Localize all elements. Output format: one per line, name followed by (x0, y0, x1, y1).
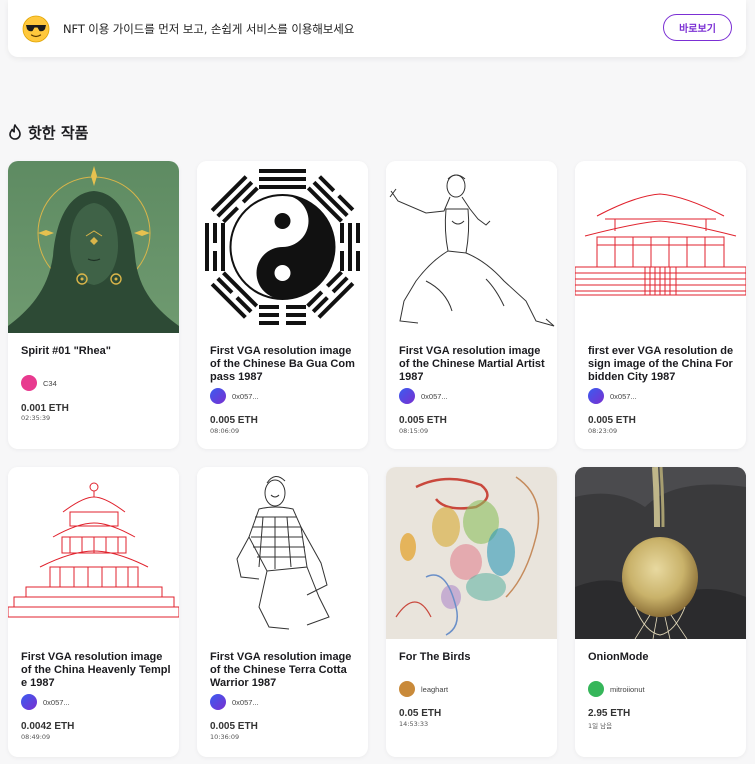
guide-message: NFT 이용 가이드를 먼저 보고, 손쉽게 서비스를 이용해보세요 (63, 21, 355, 36)
owner-name: 0x057... (43, 697, 70, 707)
avatar (21, 375, 37, 391)
nft-owner[interactable]: 0x057... (399, 388, 448, 404)
section-title-text: 핫한 작품 (28, 123, 89, 142)
nft-title[interactable]: First VGA resolution image of the Chines… (210, 651, 360, 690)
nft-price: 0.005 ETH (399, 415, 447, 426)
avatar (210, 694, 226, 710)
nft-title[interactable]: For The Birds (399, 651, 549, 664)
owner-name: 0x057... (232, 697, 259, 707)
flame-icon (9, 124, 21, 140)
owner-name: 0x057... (232, 391, 259, 401)
owner-name: mitroiionut (610, 684, 645, 694)
nft-price: 0.05 ETH (399, 708, 442, 719)
owner-name: 0x057... (610, 391, 637, 401)
nft-owner[interactable]: 0x057... (210, 388, 259, 404)
nft-time: 08:15:09 (399, 427, 429, 435)
nft-image (197, 467, 368, 639)
nft-owner[interactable]: leaghart (399, 681, 448, 697)
owner-name: 0x057... (421, 391, 448, 401)
nft-title[interactable]: First VGA resolution image of the China … (21, 651, 171, 690)
avatar (588, 681, 604, 697)
avatar (399, 388, 415, 404)
guide-banner: NFT 이용 가이드를 먼저 보고, 손쉽게 서비스를 이용해보세요 바로보기 (8, 0, 746, 57)
avatar (210, 388, 226, 404)
nft-card[interactable]: First VGA resolution image of the Chines… (386, 161, 557, 449)
nft-price: 0.0042 ETH (21, 721, 75, 732)
section-title: 핫한 작품 (8, 122, 88, 142)
nft-owner[interactable]: C34 (21, 375, 57, 391)
nft-price: 2.95 ETH (588, 708, 631, 719)
nft-image (197, 161, 368, 333)
nft-image (8, 467, 179, 639)
nft-title[interactable]: First VGA resolution image of the Chines… (399, 345, 549, 384)
nft-owner[interactable]: 0x057... (210, 694, 259, 710)
nft-time: 10:36:09 (210, 733, 240, 741)
owner-name: C34 (43, 378, 57, 388)
nft-card[interactable]: OnionMode mitroiionut 2.95 ETH 1일 남음 (575, 467, 746, 757)
view-now-button[interactable]: 바로보기 (663, 14, 732, 41)
nft-image (386, 161, 557, 333)
nft-price: 0.005 ETH (588, 415, 636, 426)
nft-time: 14:53:33 (399, 720, 429, 728)
nft-time: 08:49:09 (21, 733, 51, 741)
avatar (399, 681, 415, 697)
nft-image (575, 161, 746, 333)
nft-card[interactable]: For The Birds leaghart 0.05 ETH 14:53:33 (386, 467, 557, 757)
nft-card[interactable]: Spirit #01 "Rhea" C34 0.001 ETH 02:35:39 (8, 161, 179, 449)
nft-price: 0.005 ETH (210, 721, 258, 732)
nft-owner[interactable]: 0x057... (21, 694, 70, 710)
nft-owner[interactable]: mitroiionut (588, 681, 645, 697)
nft-card[interactable]: First VGA resolution image of the Chines… (197, 467, 368, 757)
nft-image (575, 467, 746, 639)
nft-time: 08:06:09 (210, 427, 240, 435)
owner-name: leaghart (421, 684, 449, 694)
nft-image (8, 161, 179, 333)
nft-image (386, 467, 557, 639)
nft-title[interactable]: Spirit #01 "Rhea" (21, 345, 171, 358)
nft-price: 0.005 ETH (210, 415, 258, 426)
avatar (588, 388, 604, 404)
nft-card[interactable]: First VGA resolution image of the Chines… (197, 161, 368, 449)
nft-card[interactable]: first ever VGA resolution design image o… (575, 161, 746, 449)
nft-time: 02:35:39 (21, 414, 51, 422)
nft-time: 08:23:09 (588, 427, 618, 435)
sunglasses-emoji-icon (22, 15, 50, 42)
nft-price: 0.001 ETH (21, 403, 69, 414)
nft-time: 1일 남음 (588, 722, 613, 730)
nft-title[interactable]: first ever VGA resolution design image o… (588, 345, 738, 384)
avatar (21, 694, 37, 710)
nft-card[interactable]: First VGA resolution image of the China … (8, 467, 179, 757)
nft-owner[interactable]: 0x057... (588, 388, 637, 404)
nft-title[interactable]: OnionMode (588, 651, 738, 664)
nft-title[interactable]: First VGA resolution image of the Chines… (210, 345, 360, 384)
